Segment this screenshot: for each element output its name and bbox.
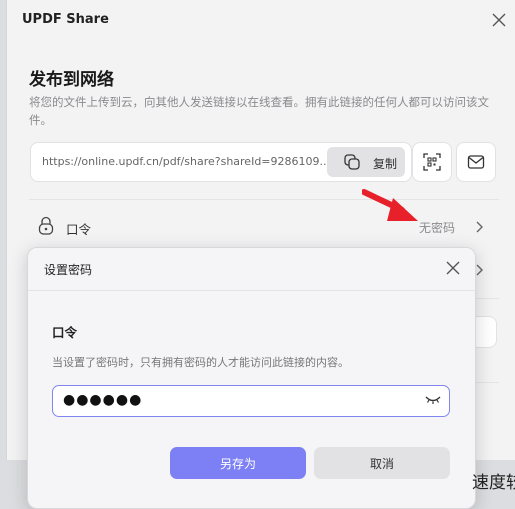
password-hint: 当设置了密码时，只有拥有密码的人才能访问此链接的内容。 [52, 356, 349, 369]
share-link-field[interactable]: https://online.updf.cn/pdf/share?shareId… [30, 142, 412, 182]
share-url[interactable]: https://online.updf.cn/pdf/share?shareId… [42, 155, 330, 168]
save-as-button[interactable]: 另存为 [170, 447, 306, 479]
share-heading: 发布到网络 [29, 70, 114, 90]
cancel-button[interactable]: 取消 [314, 447, 450, 479]
password-row-value[interactable]: 无密码 [419, 219, 455, 236]
dialog-title: 设置密码 [44, 263, 93, 277]
password-input[interactable]: ●●●●●● [52, 385, 450, 417]
mail-icon [467, 155, 485, 169]
close-icon[interactable] [489, 10, 509, 30]
set-password-dialog: 设置密码 口令 当设置了密码时，只有拥有密码的人才能访问此链接的内容。 ●●●●… [27, 247, 476, 509]
copy-icon [344, 154, 360, 170]
password-value[interactable]: ●●●●●● [63, 392, 142, 408]
save-as-label: 另存为 [219, 457, 256, 471]
close-icon[interactable] [445, 260, 461, 276]
dialog-header: 设置密码 [28, 248, 475, 291]
window-title: UPDF Share [22, 12, 109, 27]
qr-code-icon [423, 153, 441, 171]
password-row-label: 口令 [66, 222, 92, 237]
eye-closed-icon[interactable] [425, 394, 441, 406]
copy-button[interactable]: 复制 [327, 147, 405, 177]
copy-label: 复制 [373, 157, 398, 171]
background-text: 速度较 [472, 473, 515, 493]
cancel-label: 取消 [369, 457, 394, 471]
annotation-arrow [362, 189, 418, 221]
password-field-label: 口令 [52, 325, 78, 340]
lock-icon [38, 216, 54, 235]
divider [29, 199, 499, 200]
mail-button[interactable] [456, 142, 496, 182]
qr-code-button[interactable] [412, 142, 452, 182]
share-description: 将您的文件上传到云，向其他人发送链接以在线查看。拥有此链接的任何人都可以访问该文… [29, 95, 489, 127]
chevron-right-icon[interactable] [474, 220, 486, 234]
